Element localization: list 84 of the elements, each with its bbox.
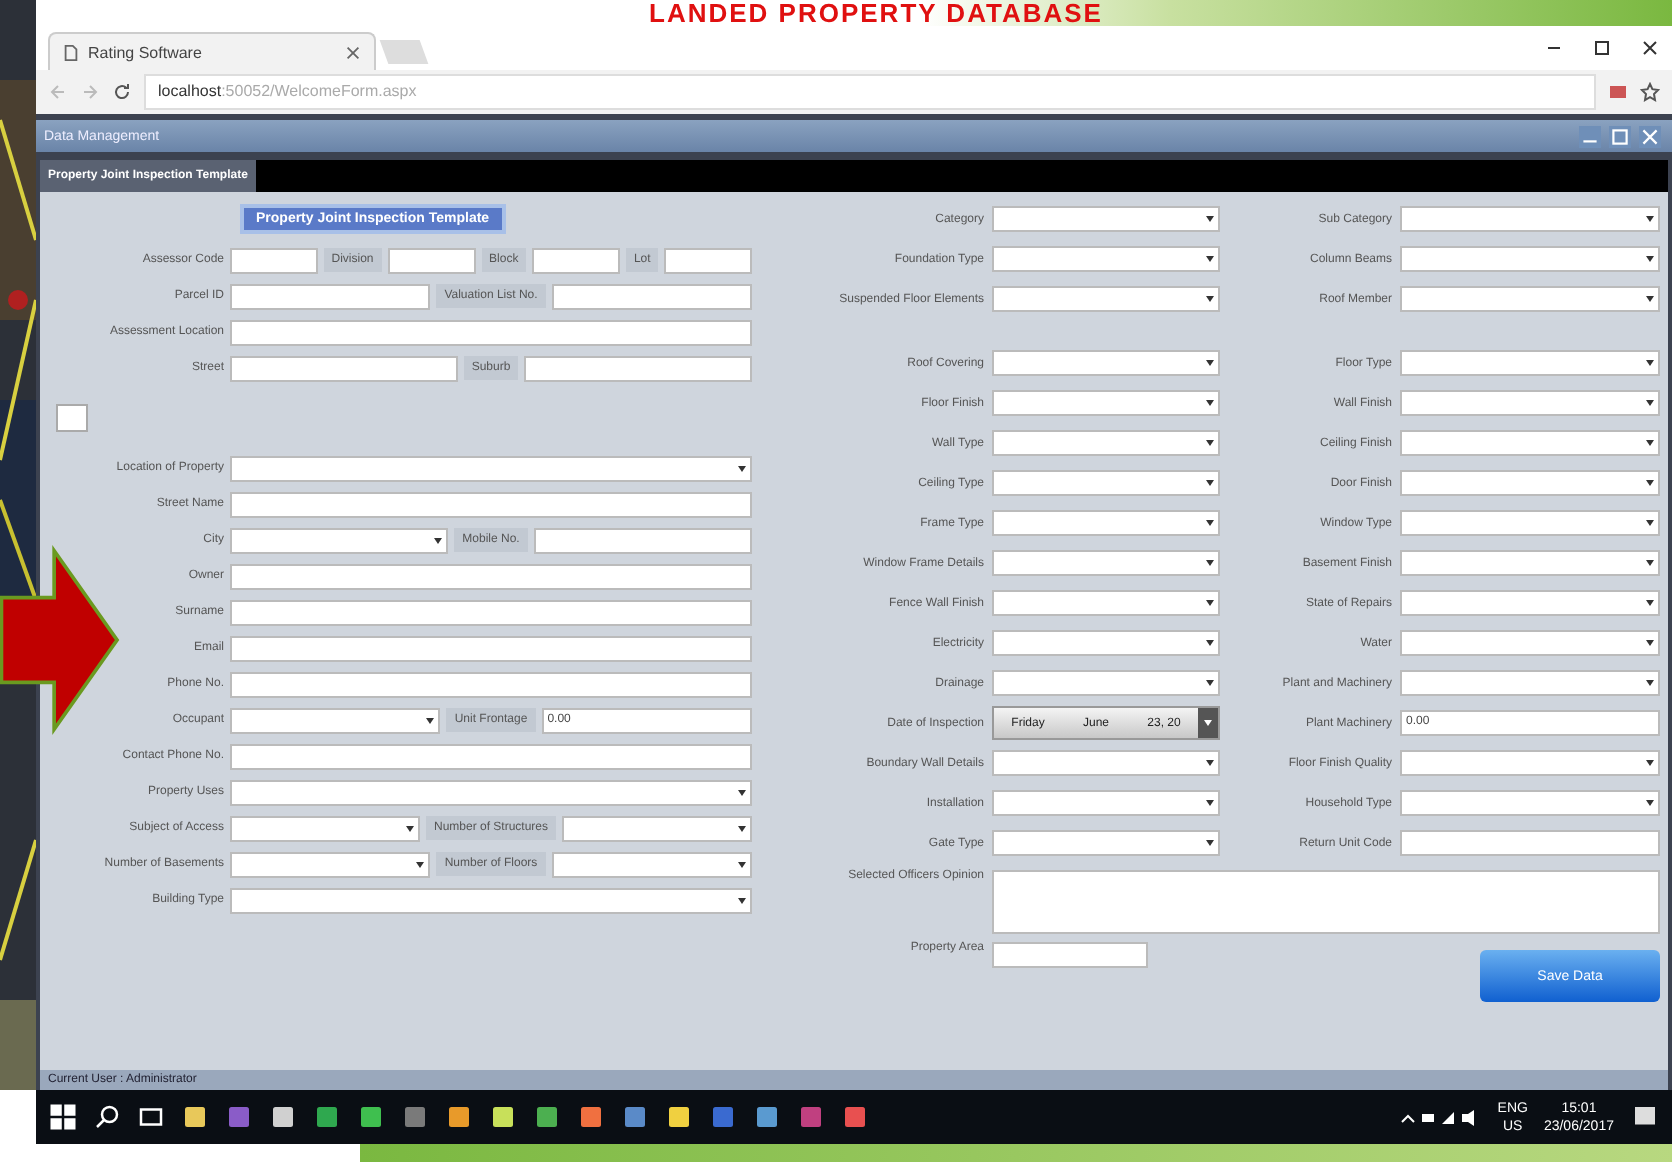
back-icon[interactable] bbox=[48, 82, 68, 102]
dropdown-field[interactable] bbox=[992, 390, 1220, 416]
input-field[interactable] bbox=[387, 247, 476, 273]
input-field[interactable] bbox=[664, 247, 753, 273]
forward-icon[interactable] bbox=[80, 82, 100, 102]
app-icon[interactable] bbox=[620, 1102, 650, 1132]
app-icon[interactable] bbox=[312, 1102, 342, 1132]
dropdown-field[interactable] bbox=[992, 510, 1220, 536]
text-area[interactable] bbox=[992, 870, 1660, 934]
input-field[interactable] bbox=[230, 599, 752, 625]
dropdown-field[interactable] bbox=[1400, 246, 1660, 272]
input-field[interactable] bbox=[230, 247, 318, 273]
dropdown-field[interactable] bbox=[1400, 750, 1660, 776]
dropdown-field[interactable] bbox=[230, 851, 431, 877]
dropdown-field[interactable] bbox=[1400, 590, 1660, 616]
dropdown-field[interactable] bbox=[230, 887, 752, 913]
input-field[interactable] bbox=[532, 247, 620, 273]
dropdown-field[interactable] bbox=[992, 590, 1220, 616]
app-icon[interactable] bbox=[356, 1102, 386, 1132]
dropdown-field[interactable] bbox=[992, 830, 1220, 856]
dropdown-field[interactable] bbox=[992, 790, 1220, 816]
maximize-icon[interactable] bbox=[1592, 38, 1612, 58]
start-icon[interactable] bbox=[48, 1102, 78, 1132]
checkbox[interactable] bbox=[56, 404, 88, 432]
dropdown-field[interactable] bbox=[230, 815, 420, 841]
input-field[interactable] bbox=[524, 355, 753, 381]
app-icon[interactable] bbox=[532, 1102, 562, 1132]
search-icon[interactable] bbox=[92, 1102, 122, 1132]
dropdown-field[interactable] bbox=[992, 286, 1220, 312]
page-icon bbox=[62, 43, 80, 61]
input-field[interactable] bbox=[230, 283, 431, 309]
dropdown-field[interactable] bbox=[992, 206, 1220, 232]
close-icon[interactable] bbox=[1640, 38, 1660, 58]
input-field[interactable] bbox=[230, 491, 752, 517]
dropdown-field[interactable] bbox=[1400, 390, 1660, 416]
dropdown-field[interactable] bbox=[1400, 206, 1660, 232]
star-icon[interactable] bbox=[1640, 82, 1660, 102]
input-field[interactable] bbox=[230, 563, 752, 589]
app-icon[interactable] bbox=[488, 1102, 518, 1132]
input-field[interactable] bbox=[551, 283, 752, 309]
input-field[interactable] bbox=[230, 319, 752, 345]
address-bar[interactable]: localhost:50052/WelcomeForm.aspx bbox=[144, 74, 1596, 110]
app-icon[interactable] bbox=[444, 1102, 474, 1132]
input-field[interactable] bbox=[230, 635, 752, 661]
input-field[interactable] bbox=[1400, 830, 1660, 856]
dropdown-field[interactable] bbox=[562, 815, 752, 841]
app-icon[interactable] bbox=[664, 1102, 694, 1132]
extension-icon[interactable] bbox=[1608, 82, 1628, 102]
input-field[interactable] bbox=[230, 743, 752, 769]
dropdown-field[interactable] bbox=[992, 430, 1220, 456]
dropdown-field[interactable] bbox=[1400, 430, 1660, 456]
dropdown-field[interactable] bbox=[992, 750, 1220, 776]
app-icon[interactable] bbox=[268, 1102, 298, 1132]
dropdown-field[interactable] bbox=[1400, 350, 1660, 376]
tab-title: Rating Software bbox=[88, 43, 204, 61]
dropdown-field[interactable] bbox=[230, 779, 752, 805]
app-icon[interactable] bbox=[752, 1102, 782, 1132]
dropdown-field[interactable] bbox=[992, 470, 1220, 496]
dropdown-field[interactable] bbox=[1400, 470, 1660, 496]
dropdown-field[interactable] bbox=[230, 455, 752, 481]
dropdown-field[interactable] bbox=[992, 246, 1220, 272]
dropdown-field[interactable] bbox=[1400, 286, 1660, 312]
dropdown-field[interactable] bbox=[1400, 510, 1660, 536]
input-field[interactable] bbox=[230, 355, 458, 381]
new-tab-button[interactable] bbox=[379, 40, 429, 64]
task-view-icon[interactable] bbox=[136, 1102, 166, 1132]
input-field[interactable] bbox=[992, 942, 1148, 968]
dropdown-field[interactable] bbox=[992, 630, 1220, 656]
app-icon[interactable] bbox=[576, 1102, 606, 1132]
dropdown-field[interactable] bbox=[230, 707, 441, 733]
dropdown-field[interactable] bbox=[551, 851, 753, 877]
dropdown-field[interactable] bbox=[1400, 550, 1660, 576]
dropdown-field[interactable] bbox=[992, 550, 1220, 576]
dropdown-field[interactable] bbox=[1400, 670, 1660, 696]
dropdown-field[interactable] bbox=[230, 527, 449, 553]
dropdown-field[interactable] bbox=[1400, 630, 1660, 656]
app-icon[interactable] bbox=[180, 1102, 210, 1132]
dropdown-field[interactable] bbox=[1400, 790, 1660, 816]
browser-tab[interactable]: Rating Software bbox=[48, 32, 376, 70]
dropdown-field[interactable] bbox=[992, 350, 1220, 376]
input-field[interactable] bbox=[533, 527, 752, 553]
dropdown-field[interactable] bbox=[992, 670, 1220, 696]
input-field[interactable] bbox=[230, 671, 752, 697]
reload-icon[interactable] bbox=[112, 82, 132, 102]
